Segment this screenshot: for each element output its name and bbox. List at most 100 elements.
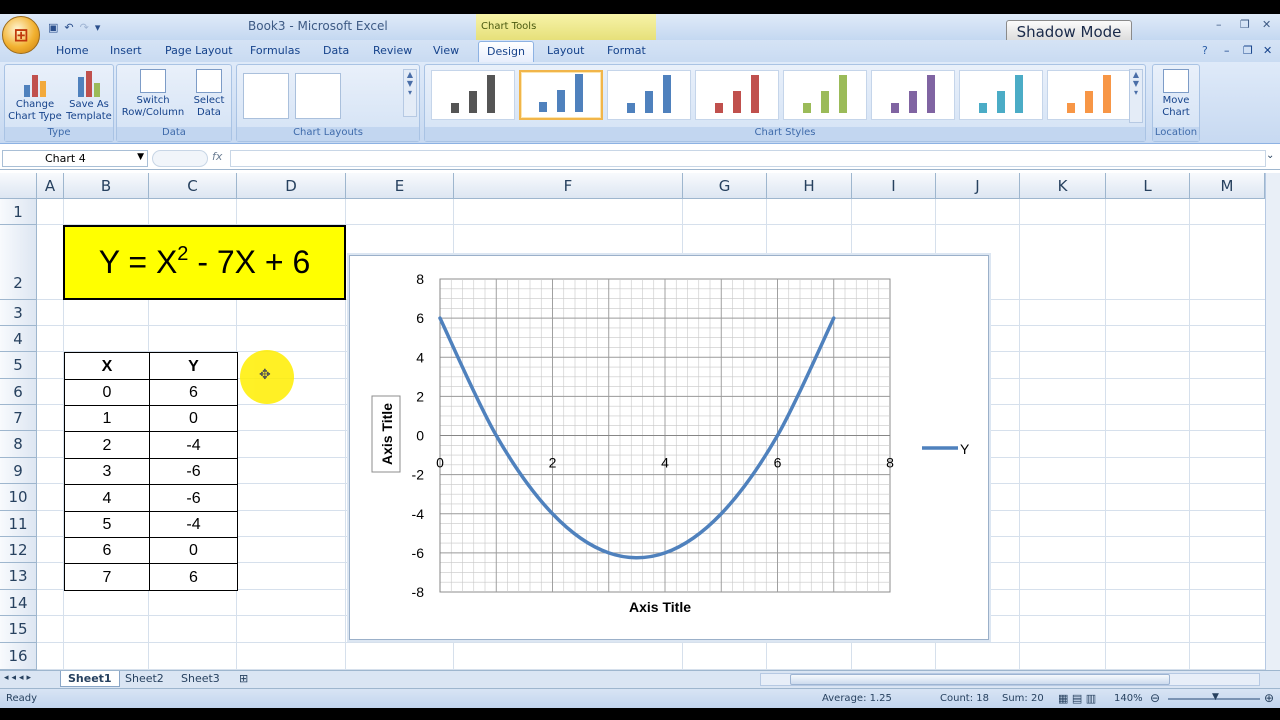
table-cell[interactable]: 6 (64, 537, 150, 564)
sheet-tab-2[interactable]: Sheet2 (118, 671, 171, 687)
column-header-G[interactable]: G (683, 173, 767, 199)
row-header-6[interactable]: 6 (0, 379, 37, 405)
tab-view[interactable]: View (433, 44, 459, 57)
row-header-9[interactable]: 9 (0, 458, 37, 484)
minimize-icon[interactable]: – (1216, 18, 1222, 31)
column-header-M[interactable]: M (1190, 173, 1265, 199)
row-header-11[interactable]: 11 (0, 511, 37, 537)
ribbon-close-icon[interactable]: ✕ (1263, 44, 1272, 57)
column-header-D[interactable]: D (237, 173, 346, 199)
redo-icon[interactable]: ↷ (80, 21, 89, 34)
move-chart-button[interactable]: Move Chart (1153, 69, 1199, 119)
table-cell[interactable]: 4 (64, 484, 150, 512)
column-header-C[interactable]: C (149, 173, 237, 199)
tab-data[interactable]: Data (323, 44, 349, 57)
ribbon-restore-icon[interactable]: ❐ (1243, 44, 1253, 57)
table-header-cell[interactable]: X (64, 352, 150, 380)
zoom-out-icon[interactable]: ⊖ (1150, 691, 1160, 705)
chart-style-8[interactable] (1047, 70, 1131, 120)
table-cell[interactable]: 0 (149, 537, 238, 564)
tab-page-layout[interactable]: Page Layout (165, 44, 233, 57)
column-header-I[interactable]: I (852, 173, 936, 199)
column-header-B[interactable]: B (64, 173, 149, 199)
tab-formulas[interactable]: Formulas (250, 44, 300, 57)
chart-layout-1[interactable] (243, 73, 289, 119)
chart-area[interactable]: 8 6 4 2 0 -2 -4 -6 -8 0 2 4 6 8 Y Axis Title Axis Title (349, 255, 989, 640)
chart-layout-2[interactable] (295, 73, 341, 119)
tab-layout[interactable]: Layout (547, 44, 584, 57)
row-header-16[interactable]: 16 (0, 643, 37, 670)
row-header-12[interactable]: 12 (0, 537, 37, 563)
row-header-14[interactable]: 14 (0, 590, 37, 616)
chart-style-2[interactable] (519, 70, 603, 120)
styles-scroll[interactable]: ▲ ▼ ▾ (1129, 69, 1143, 123)
vertical-scrollbar[interactable] (1265, 173, 1280, 670)
table-cell[interactable]: -4 (149, 511, 238, 538)
column-header-K[interactable]: K (1020, 173, 1106, 199)
tab-home[interactable]: Home (56, 44, 88, 57)
row-header-3[interactable]: 3 (0, 300, 37, 326)
formula-input[interactable] (230, 150, 1266, 167)
zoom-slider-thumb-icon[interactable]: ▼ (1212, 692, 1219, 702)
row-header-5[interactable]: 5 (0, 352, 37, 379)
table-cell[interactable]: 1 (64, 405, 150, 432)
help-icon[interactable]: ? (1202, 44, 1208, 57)
insert-function-icon[interactable]: fx (212, 150, 222, 163)
column-header-E[interactable]: E (346, 173, 454, 199)
restore-icon[interactable]: ❐ (1240, 18, 1250, 31)
chart-style-5[interactable] (783, 70, 867, 120)
table-cell[interactable]: 3 (64, 458, 150, 485)
insert-sheet-icon[interactable]: ⊞ (232, 671, 255, 687)
row-header-7[interactable]: 7 (0, 405, 37, 431)
tab-insert[interactable]: Insert (110, 44, 142, 57)
horizontal-scroll-thumb[interactable] (790, 674, 1170, 685)
column-header-L[interactable]: L (1106, 173, 1190, 199)
chart-style-6[interactable] (871, 70, 955, 120)
equation-box[interactable]: Y = X2 - 7X + 6 (63, 225, 346, 300)
table-cell[interactable]: 2 (64, 431, 150, 459)
view-buttons-icon[interactable]: ▦ ▤ ▥ (1058, 692, 1096, 705)
table-cell[interactable]: 6 (149, 379, 238, 406)
select-all-corner[interactable] (0, 173, 37, 199)
tab-format[interactable]: Format (607, 44, 646, 57)
row-header-15[interactable]: 15 (0, 616, 37, 643)
change-chart-type-button[interactable]: Change Chart Type (7, 69, 63, 123)
ribbon-minimize-icon[interactable]: – (1224, 44, 1230, 57)
qat-dropdown-icon[interactable]: ▾ (95, 21, 101, 34)
table-cell[interactable]: -6 (149, 458, 238, 485)
row-header-4[interactable]: 4 (0, 326, 37, 352)
tab-review[interactable]: Review (373, 44, 412, 57)
status-zoom[interactable]: 140% (1114, 693, 1143, 704)
column-header-J[interactable]: J (936, 173, 1020, 199)
name-box-dropdown-icon[interactable]: ▼ (137, 152, 144, 162)
table-cell[interactable]: 7 (64, 563, 150, 591)
column-header-A[interactable]: A (37, 173, 64, 199)
save-as-template-button[interactable]: Save As Template (63, 69, 115, 123)
column-header-H[interactable]: H (767, 173, 852, 199)
sheet-tab-1[interactable]: Sheet1 (60, 671, 120, 687)
row-header-8[interactable]: 8 (0, 431, 37, 458)
sheet-tab-3[interactable]: Sheet3 (174, 671, 227, 687)
switch-row-column-button[interactable]: Switch Row/Column (119, 69, 187, 119)
table-cell[interactable]: 6 (149, 563, 238, 591)
save-icon[interactable]: ▣ (48, 21, 58, 34)
row-header-10[interactable]: 10 (0, 484, 37, 511)
sheet-nav-arrows-icon[interactable]: ◂◂◂▸ (4, 673, 34, 683)
table-cell[interactable]: -6 (149, 484, 238, 512)
office-button[interactable]: ⊞ (2, 16, 40, 54)
table-cell[interactable]: 0 (64, 379, 150, 406)
table-header-cell[interactable]: Y (149, 352, 238, 380)
chart-style-3[interactable] (607, 70, 691, 120)
undo-icon[interactable]: ↶ (64, 21, 73, 34)
tab-design[interactable]: Design (478, 41, 534, 62)
close-icon[interactable]: ✕ (1262, 18, 1271, 31)
select-data-button[interactable]: Select Data (187, 69, 231, 119)
table-cell[interactable]: 0 (149, 405, 238, 432)
formula-bar-zoom[interactable] (152, 150, 208, 167)
column-header-F[interactable]: F (454, 173, 683, 199)
table-cell[interactable]: 5 (64, 511, 150, 538)
row-header-1[interactable]: 1 (0, 199, 37, 225)
name-box[interactable]: Chart 4 ▼ (2, 150, 148, 167)
expand-formula-bar-icon[interactable]: ⌄ (1266, 150, 1274, 161)
layouts-scroll[interactable]: ▲ ▼ ▾ (403, 69, 417, 117)
